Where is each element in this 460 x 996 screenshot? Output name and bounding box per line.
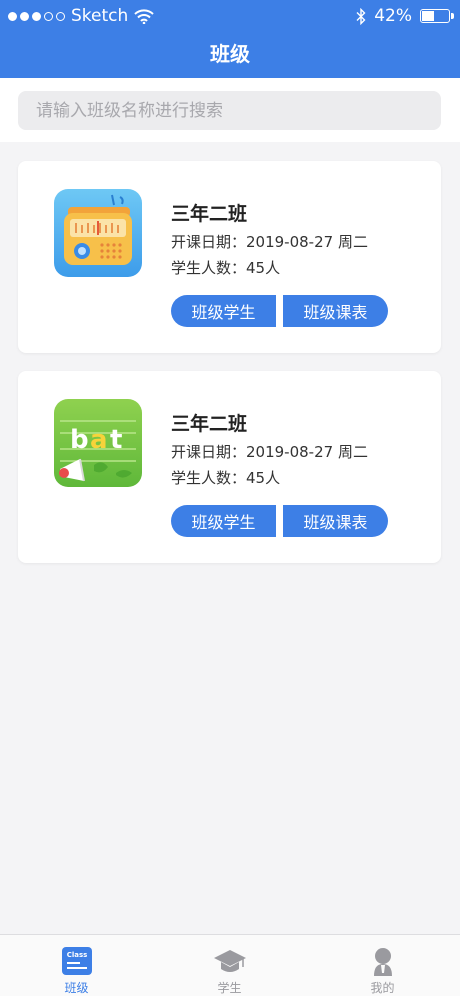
svg-text:b: b xyxy=(70,425,89,455)
search-bar xyxy=(0,78,460,142)
class-icon: Class xyxy=(61,947,92,979)
tab-classes[interactable]: Class 班级 xyxy=(0,935,153,996)
tab-bar: Class 班级 学生 我的 xyxy=(0,934,460,996)
svg-text:a: a xyxy=(90,425,108,455)
student-count: 学生人数：45人 xyxy=(171,259,281,277)
tab-students[interactable]: 学生 xyxy=(153,935,306,996)
student-count: 学生人数：45人 xyxy=(171,469,281,487)
tab-label: 我的 xyxy=(370,981,395,995)
start-date: 开课日期：2019-08-27 周二 xyxy=(171,443,368,461)
class-schedule-button[interactable]: 班级课表 xyxy=(283,505,388,537)
class-students-button[interactable]: 班级学生 xyxy=(171,295,276,327)
class-card[interactable]: 三年二班 开课日期：2019-08-27 周二 学生人数：45人 班级学生 班级… xyxy=(18,161,441,353)
signal-strength-icon xyxy=(8,11,65,21)
top-bar: Sketch 42% 班级 xyxy=(0,0,460,78)
class-name: 三年二班 xyxy=(171,413,248,435)
bluetooth-icon xyxy=(356,7,366,25)
battery-percent: 42% xyxy=(374,6,412,26)
svg-text:t: t xyxy=(110,425,122,455)
status-bar: Sketch 42% xyxy=(0,0,460,34)
battery-area: 42% xyxy=(356,6,454,26)
radio-app-icon xyxy=(54,189,142,277)
bat-word-megaphone-icon: b a t xyxy=(54,399,142,487)
graduation-cap-icon xyxy=(213,947,247,979)
search-input[interactable] xyxy=(18,91,441,130)
class-students-button[interactable]: 班级学生 xyxy=(171,505,276,537)
class-card[interactable]: b a t 三年二班 开课日期：2019-08-27 周二 学生人数：45人 班… xyxy=(18,371,441,563)
tab-label: 班级 xyxy=(64,981,89,995)
carrier-name: Sketch xyxy=(71,6,129,26)
wifi-icon xyxy=(134,8,154,24)
start-date: 开课日期：2019-08-27 周二 xyxy=(171,233,368,251)
carrier-area: Sketch xyxy=(8,6,154,26)
page-title: 班级 xyxy=(210,42,250,66)
tab-label: 学生 xyxy=(217,981,242,995)
battery-icon xyxy=(420,9,454,23)
class-name: 三年二班 xyxy=(171,203,248,225)
class-schedule-button[interactable]: 班级课表 xyxy=(283,295,388,327)
tab-mine[interactable]: 我的 xyxy=(306,935,459,996)
svg-text:Class: Class xyxy=(66,951,87,959)
person-icon xyxy=(370,947,396,981)
